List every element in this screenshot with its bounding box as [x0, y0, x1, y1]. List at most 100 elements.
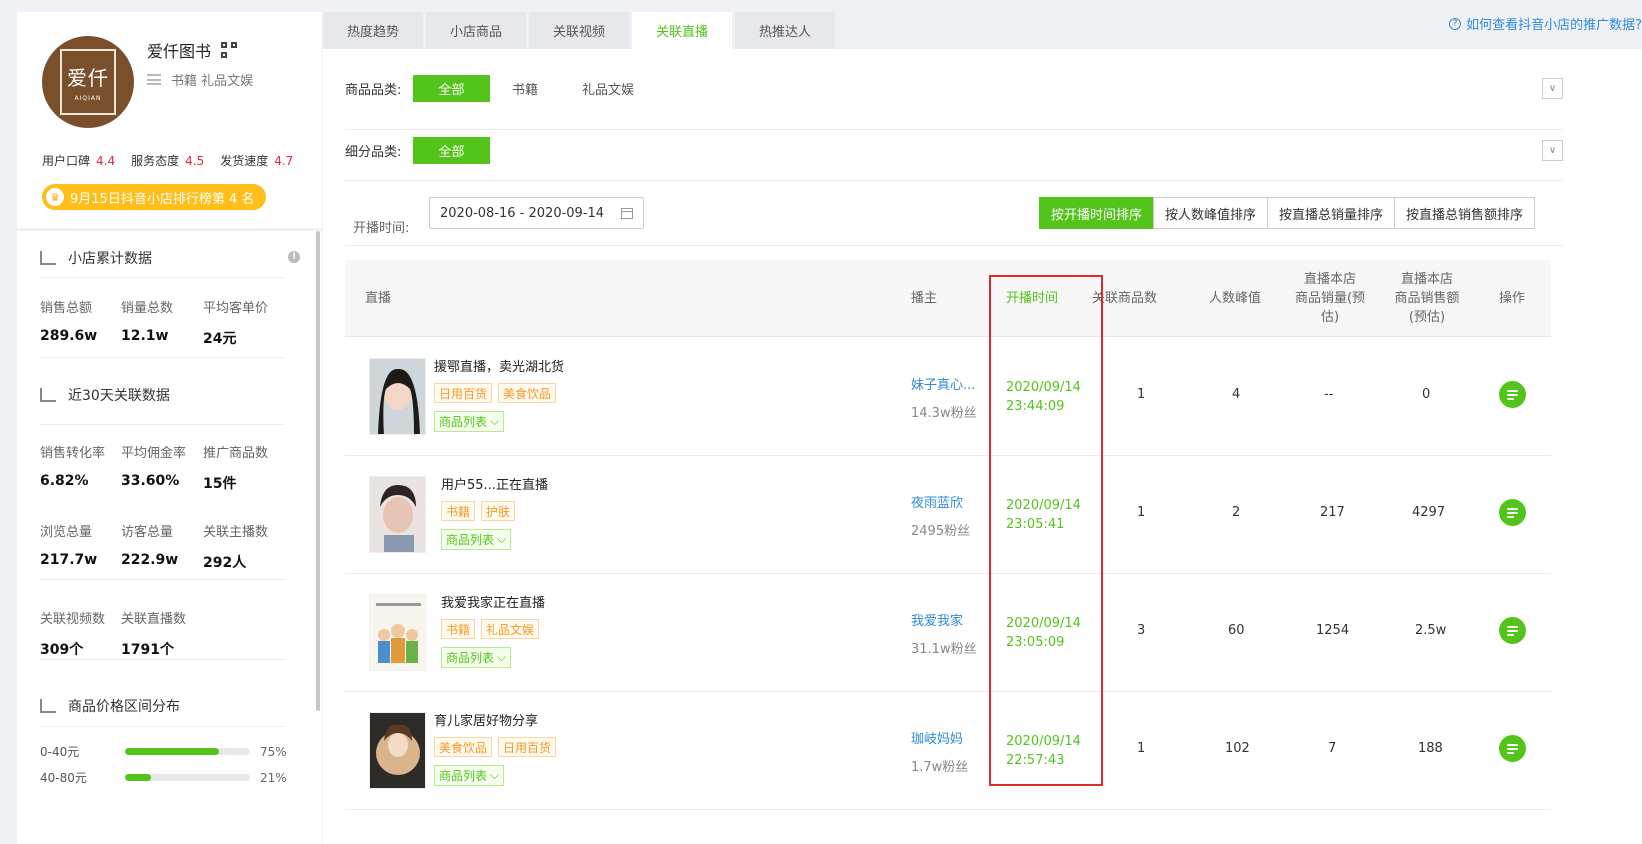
detail-button[interactable]: [1499, 735, 1526, 762]
table-row: 援鄂直播，卖光湖北货 日用百货 美食饮品 商品列表 ⌵ 妹子真心... 14.3w…: [345, 338, 1551, 456]
stat-anchors: 关联主播数 292人: [203, 525, 269, 571]
goods-list-toggle[interactable]: 商品列表 ⌵: [441, 529, 512, 550]
rating-service: 服务态度 4.5: [131, 154, 205, 168]
live-title[interactable]: 我爱我家正在直播: [441, 592, 545, 611]
qrcode-icon[interactable]: [221, 42, 238, 58]
shop-categories: 书籍 礼品文娱: [147, 70, 253, 89]
anchor-fans: 1.7w粉丝: [911, 760, 969, 775]
live-cover[interactable]: [369, 358, 426, 435]
price-dist-fill: [125, 774, 152, 781]
help-link-text: 如何查看抖音小店的推广数据?: [1466, 18, 1642, 33]
detail-button[interactable]: [1499, 617, 1526, 644]
date-filter-label: 开播时间:: [353, 221, 410, 236]
live-title[interactable]: 用户55...正在直播: [441, 474, 548, 493]
goods-count: 3: [1137, 623, 1146, 638]
col-live: 直播: [365, 291, 392, 306]
stat-conversion: 销售转化率 6.82%: [40, 446, 106, 489]
col-anchor: 播主: [911, 291, 938, 306]
table-row: 我爱我家正在直播 书籍 礼品文娱 商品列表 ⌵ 我爱我家 31.1w粉丝 2020…: [345, 574, 1551, 692]
logo-subtext: AIQIAN: [74, 95, 102, 102]
shop-sales: 217: [1320, 505, 1345, 520]
list-icon: [147, 74, 161, 85]
peak-viewers: 4: [1232, 387, 1241, 402]
category-chip-all[interactable]: 全部: [413, 75, 490, 102]
category-tag: 礼品文娱: [481, 619, 540, 639]
table-header: 直播 播主 开播时间 关联商品数 人数峰值 直播本店 商品销量(预 估) 直播本店商…: [345, 260, 1551, 337]
line-chart-icon: [40, 388, 56, 402]
detail-button[interactable]: [1499, 499, 1526, 526]
category-filter-label: 商品品类:: [345, 83, 402, 98]
shop-amount: 0: [1422, 387, 1431, 402]
category-tag: 美食饮品: [498, 383, 557, 403]
info-icon[interactable]: !: [288, 251, 300, 263]
sort-by-peak[interactable]: 按人数峰值排序: [1153, 197, 1269, 229]
sidebar-scrollbar[interactable]: [316, 231, 320, 711]
stat-promo-goods: 推广商品数 15件: [203, 446, 269, 492]
anchor-link[interactable]: 我爱我家: [911, 610, 979, 629]
chevron-down-icon[interactable]: ∨: [1542, 140, 1563, 161]
sort-by-start-time[interactable]: 按开播时间排序: [1039, 197, 1155, 229]
subcategory-chip-all[interactable]: 全部: [413, 137, 490, 164]
anchor-fans: 2495粉丝: [911, 524, 971, 539]
sort-by-amount[interactable]: 按直播总销售额排序: [1394, 197, 1536, 229]
stat-videos: 关联视频数 309个: [40, 612, 106, 658]
live-title[interactable]: 育儿家居好物分享: [434, 710, 538, 729]
shop-amount: 188: [1418, 741, 1443, 756]
help-link[interactable]: ? 如何查看抖音小店的推广数据?: [1449, 14, 1642, 33]
tab-influencers[interactable]: 热推达人: [735, 12, 835, 49]
start-time: 2020/09/14 22:57:43: [1006, 734, 1081, 768]
calendar-icon: [621, 207, 633, 219]
live-cover[interactable]: [369, 712, 426, 789]
live-cover[interactable]: [369, 594, 426, 671]
category-chip-gifts[interactable]: 礼品文娱: [560, 75, 656, 102]
crown-icon: ♛: [46, 188, 64, 206]
question-icon: ?: [1449, 17, 1462, 30]
chevron-down-icon[interactable]: ∨: [1542, 78, 1563, 99]
rank-badge-text: 9月15日抖音小店排行榜第 4 名: [70, 191, 255, 207]
live-cover[interactable]: [369, 476, 426, 553]
category-chip-books[interactable]: 书籍: [490, 75, 560, 102]
category-tag: 护肤: [481, 501, 516, 521]
tab-trend[interactable]: 热度趋势: [323, 12, 423, 49]
stat-avg-price: 平均客单价 24元: [203, 301, 269, 347]
shop-stats-card: 小店累计数据 ! 销售总额 289.6w 销量总数 12.1w 平均客单价 24元 近…: [17, 231, 322, 844]
tab-live[interactable]: 关联直播: [632, 12, 732, 49]
chevron-down-icon: ⌵: [490, 414, 500, 428]
peak-viewers: 60: [1228, 623, 1245, 638]
goods-list-toggle[interactable]: 商品列表 ⌵: [434, 411, 505, 432]
price-dist-fill: [125, 748, 219, 755]
live-tags: 美食饮品 日用百货: [434, 737, 557, 757]
live-title[interactable]: 援鄂直播，卖光湖北货: [434, 356, 564, 375]
peak-viewers: 2: [1232, 505, 1241, 520]
section-cumulative: 小店累计数据: [40, 248, 152, 268]
tab-videos[interactable]: 关联视频: [529, 12, 629, 49]
category-filter: 商品品类: 全部 书籍 礼品文娱 ∨: [345, 75, 1563, 102]
shop-name-text: 爱仟图书: [147, 42, 212, 61]
date-range-value: 2020-08-16 - 2020-09-14: [440, 205, 605, 221]
price-dist-row: 40-80元 21%: [40, 770, 287, 786]
table-row: 用户55...正在直播 书籍 护肤 商品列表 ⌵ 夜雨蓝欣 2495粉丝 2020…: [345, 456, 1551, 574]
goods-count: 1: [1137, 505, 1146, 520]
goods-list-toggle[interactable]: 商品列表 ⌵: [434, 765, 505, 786]
distribution-chart-icon: [40, 699, 56, 713]
section-title: 商品价格区间分布: [68, 699, 180, 715]
category-tag: 美食饮品: [434, 737, 493, 757]
detail-button[interactable]: [1499, 381, 1526, 408]
chevron-down-icon: ⌵: [497, 532, 507, 546]
subcategory-filter-label: 细分品类:: [345, 145, 402, 160]
col-start-time[interactable]: 开播时间: [1006, 289, 1058, 308]
tab-shop-goods[interactable]: 小店商品: [426, 12, 526, 49]
date-range-picker[interactable]: 2020-08-16 - 2020-09-14: [429, 197, 644, 229]
anchor-link[interactable]: 妹子真心...: [911, 374, 979, 393]
sort-by-sales[interactable]: 按直播总销量排序: [1267, 197, 1396, 229]
anchor-link[interactable]: 夜雨蓝欣: [911, 492, 979, 511]
anchor-link[interactable]: 珈岐妈妈: [911, 728, 979, 747]
anchor-fans: 14.3w粉丝: [911, 406, 977, 421]
goods-list-toggle[interactable]: 商品列表 ⌵: [441, 647, 512, 668]
section-recent: 近30天关联数据: [40, 385, 170, 405]
live-tags: 书籍 护肤: [441, 501, 516, 521]
shop-sales: 1254: [1316, 623, 1350, 638]
rank-badge[interactable]: ♛ 9月15日抖音小店排行榜第 4 名: [42, 184, 267, 210]
table-row: 育儿家居好物分享 美食饮品 日用百货 商品列表 ⌵ 珈岐妈妈 1.7w粉丝 202…: [345, 692, 1551, 810]
start-time: 2020/09/14 23:44:09: [1006, 380, 1081, 414]
